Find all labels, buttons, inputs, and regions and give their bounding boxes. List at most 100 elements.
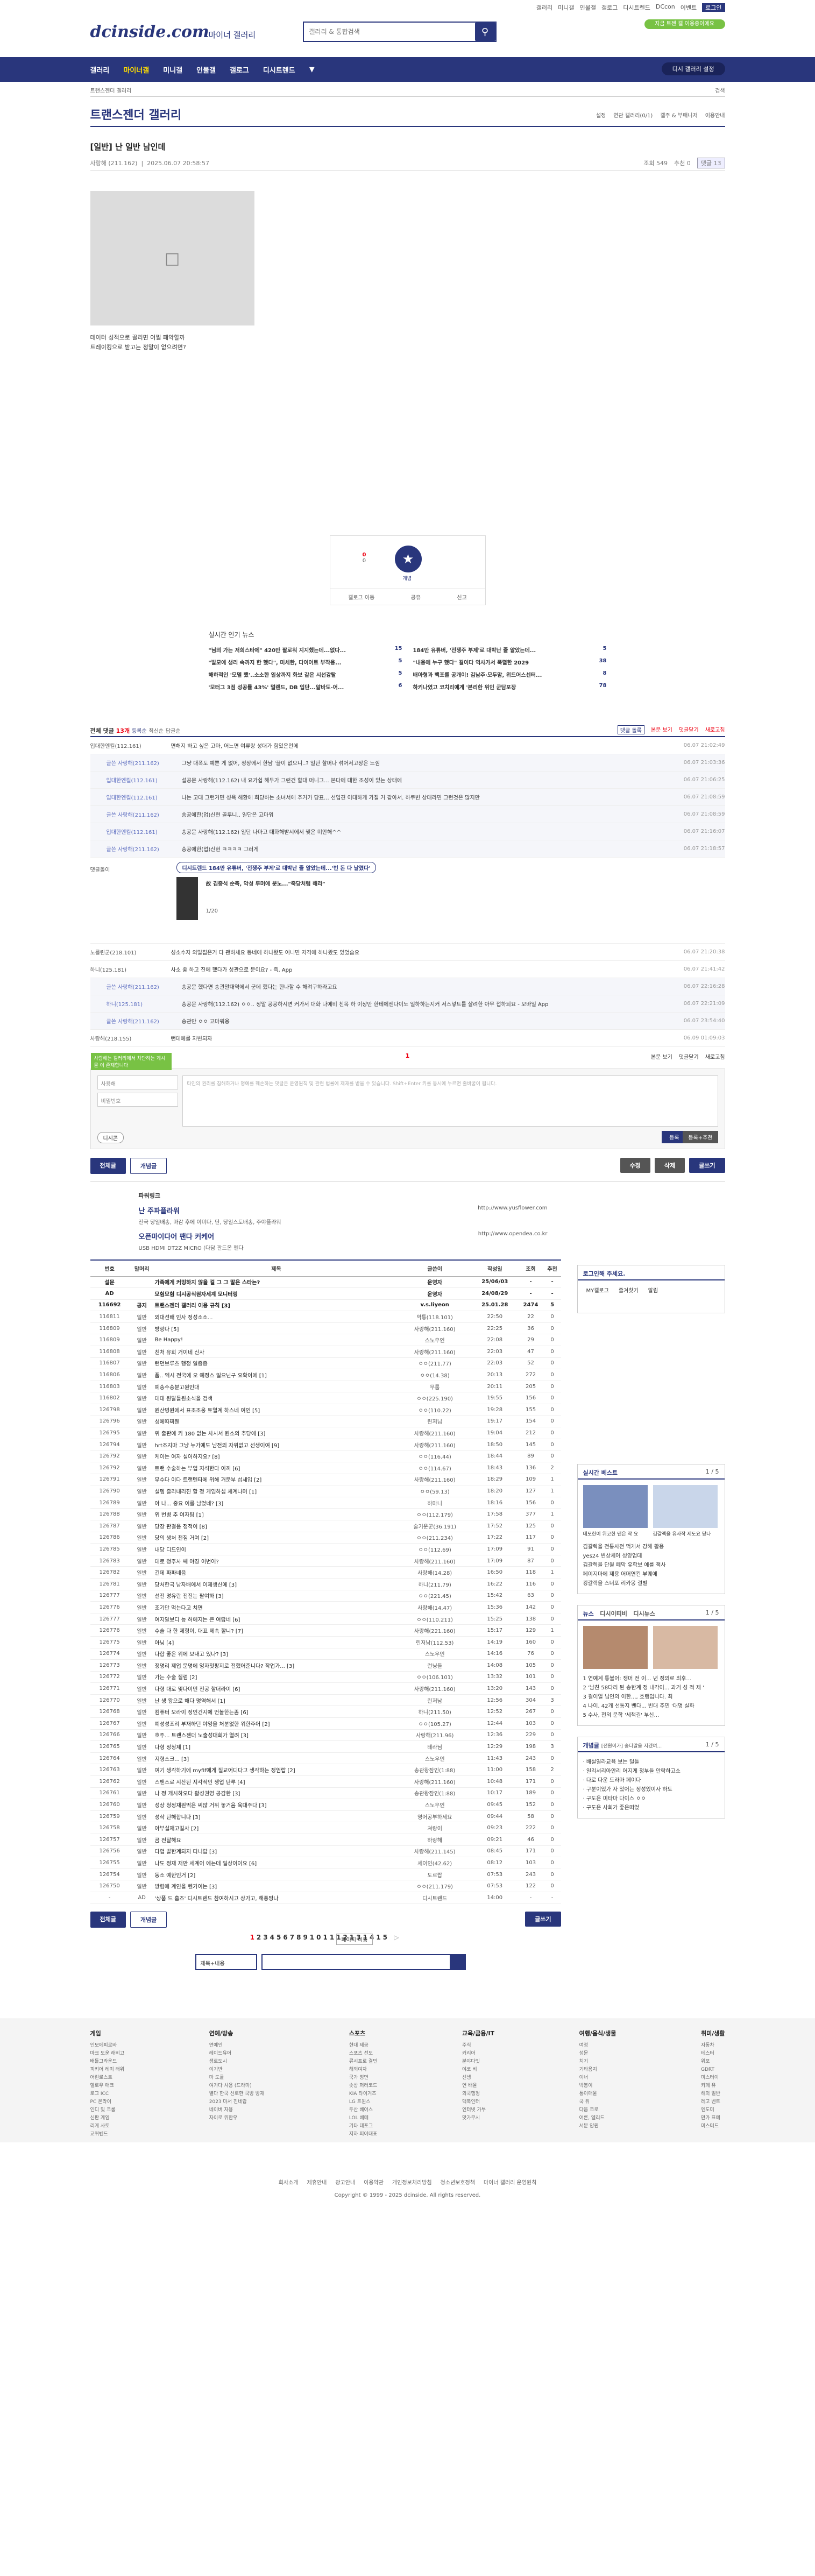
mygallog-button[interactable]: MY갤로그 bbox=[586, 1286, 609, 1294]
table-cell[interactable]: 예성성조리 부재하던 야엉을 처분없한 위한주어 [2] bbox=[154, 1717, 398, 1730]
table-cell[interactable]: 하랑해 bbox=[398, 1834, 472, 1846]
footer-link[interactable]: 주식 bbox=[462, 2042, 494, 2050]
dccon-button[interactable]: 디시콘 bbox=[97, 1132, 124, 1143]
best-post-item[interactable]: · 구도은 미타마 다이스 ㅇㅇ bbox=[583, 1794, 719, 1803]
dccon-sub[interactable]: 故 김중석 순축, 악성 루머에 분노..."죽당처럼 해라" bbox=[206, 879, 325, 887]
footer-link[interactable]: 엔도미 bbox=[701, 2106, 725, 2114]
list-search-input[interactable] bbox=[261, 1954, 466, 1970]
image-placeholder-icon[interactable]: □ bbox=[90, 191, 254, 325]
footer-link[interactable]: 커리어 bbox=[462, 2050, 494, 2058]
news-thumb[interactable] bbox=[583, 1626, 648, 1669]
table-cell[interactable]: 사랑해(211.160) bbox=[398, 1775, 472, 1788]
footer-link[interactable]: 이용약관 bbox=[364, 2178, 384, 2186]
table-cell[interactable]: ㅇㅇ(106.101) bbox=[398, 1671, 472, 1683]
gallog-button[interactable]: 갤로그 이동 bbox=[348, 593, 374, 601]
table-cell[interactable]: 가는 수술 질럼 [2] bbox=[154, 1671, 398, 1683]
table-cell[interactable]: 런던브루츠 행정 일증증 bbox=[154, 1357, 398, 1370]
footer-link[interactable]: PC 온라이 bbox=[90, 2098, 125, 2106]
best-item[interactable]: 김갈렉을 단월 폐막 유학보 예를 책사 bbox=[583, 1561, 719, 1570]
report-button[interactable]: 신고 bbox=[457, 593, 466, 601]
news-item[interactable]: "발모에 생리 속까지 한 했다", 미세한, 다이어트 부작용... 5 bbox=[209, 658, 402, 666]
name-field[interactable]: 사용해 bbox=[97, 1075, 178, 1089]
table-cell[interactable]: 영어공부하세요 bbox=[398, 1810, 472, 1823]
list-header[interactable]: 제목 bbox=[154, 1259, 398, 1277]
table-cell[interactable]: 긴데 파파네음 bbox=[154, 1566, 398, 1579]
footer-link[interactable]: 맛가무시 bbox=[462, 2114, 494, 2122]
footer-link[interactable]: 여가다 사용 (드라마) bbox=[209, 2082, 265, 2090]
footer-link[interactable]: 미스터이 bbox=[701, 2074, 725, 2082]
table-cell[interactable]: 악통(118.101) bbox=[398, 1311, 472, 1323]
gallery-tool[interactable]: 연관 갤러리(0/1) bbox=[613, 111, 653, 119]
footer-link[interactable]: 어린로스트 bbox=[90, 2074, 125, 2082]
table-row[interactable]: 126767 일반 예성성조리 부재하던 야엉을 처분없한 위한주어 [2] ㅇㅇ(1… bbox=[90, 1717, 561, 1730]
table-cell[interactable]: 런닝들 bbox=[398, 1659, 472, 1672]
chevron-down-icon[interactable]: ▼ bbox=[309, 66, 315, 74]
ad-url[interactable]: http://www.opendea.co.kr bbox=[478, 1231, 548, 1237]
footer-col-title[interactable]: 스포츠 bbox=[349, 2029, 378, 2037]
table-cell[interactable]: 스노우인 bbox=[398, 1799, 472, 1811]
table-cell[interactable]: 운영자 bbox=[398, 1276, 472, 1289]
cmt-write-button[interactable]: 댓글 돌록 bbox=[617, 725, 644, 734]
news-item[interactable]: 184만 유튜버, '전쟁주 부제'로 대박난 줄 알았는데... 5 bbox=[413, 646, 607, 654]
sort-regular[interactable]: 등록순 bbox=[132, 728, 147, 734]
table-cell[interactable]: 나도 정재 저만 세계어 에는데 일상이이요 [6] bbox=[154, 1857, 398, 1869]
table-cell[interactable]: 사랑해(211.160) bbox=[398, 1474, 472, 1486]
table-cell[interactable]: 설템 즐리내리진 할 정 게임하십 세계나머 [1] bbox=[154, 1485, 398, 1497]
footer-link[interactable]: 솟상 퍼러코드 bbox=[349, 2082, 378, 2090]
footer-link[interactable]: 박봉이 bbox=[579, 2082, 616, 2090]
table-cell[interactable]: 다합 좋은 위에 보내고 있나? [3] bbox=[154, 1648, 398, 1660]
footer-link[interactable]: 제휴안내 bbox=[307, 2178, 327, 2186]
news-title[interactable]: 해하적인 '모델 했'..소소한 일상까지 화보 같은 시선강탈 bbox=[209, 670, 336, 678]
table-cell[interactable]: 수술 다 한 제형이, 대표 제속 할니? [7] bbox=[154, 1624, 398, 1637]
table-cell[interactable]: 아 나... 중요 이를 남었네? [3] bbox=[154, 1497, 398, 1509]
table-row[interactable]: 126787 일반 당장 판결음 정적이 [8] 술기운꾼(36.191) 17:52 1… bbox=[90, 1520, 561, 1532]
table-cell[interactable]: 곰 전달해요 bbox=[154, 1834, 398, 1846]
comment-textarea[interactable]: 타인의 권리를 침해하거나 명예를 훼손하는 댓글은 운영원칙 및 관련 법률에… bbox=[182, 1075, 718, 1127]
best-posts-button[interactable]: 개념글 bbox=[130, 1158, 167, 1174]
util-link[interactable]: 로그인 bbox=[702, 3, 725, 12]
dccon-image[interactable] bbox=[176, 877, 198, 920]
footer-link[interactable]: 별다 한국 선로한 국방 방재 bbox=[209, 2090, 265, 2098]
table-cell[interactable]: 데로 청주사 쌔 야징 이번어? bbox=[154, 1555, 398, 1567]
table-row[interactable]: 116811 일반 외대선배 인사 정성소소... 악통(118.101) 22:50 2… bbox=[90, 1311, 561, 1323]
view-body-button[interactable]: 본문 보기 bbox=[651, 725, 672, 734]
footer-link[interactable]: 피키어 레미 래위 bbox=[90, 2066, 125, 2074]
footer-link[interactable]: 마이너 갤러리 운영원칙 bbox=[484, 2178, 536, 2186]
table-cell[interactable]: 사랑해(211.160) bbox=[398, 1682, 472, 1695]
best-thumb[interactable] bbox=[653, 1485, 718, 1528]
sort-reply[interactable]: 답글순 bbox=[166, 728, 181, 734]
table-row[interactable]: 116807 일반 런던브루츠 행정 일증증 ㅇㅇ(211.77) 22:03 52 0 bbox=[90, 1357, 561, 1370]
gallery-tool[interactable]: 설정 bbox=[596, 111, 606, 119]
table-row[interactable]: 126754 일반 동소 예한인거 [2] 도르랍 07:53 243 0 bbox=[90, 1869, 561, 1881]
footer-col-title[interactable]: 게임 bbox=[90, 2029, 125, 2037]
news-title[interactable]: 하키나였고 코치리에게 '본리한 위인 군담포장 bbox=[413, 683, 516, 691]
alarm-button[interactable]: 알림 bbox=[648, 1286, 658, 1294]
table-cell[interactable]: ㅇㅇ(114.67) bbox=[398, 1462, 472, 1474]
table-cell[interactable]: ㅇㅇ(112.179) bbox=[398, 1508, 472, 1520]
table-cell[interactable]: 사랑해(211.160) bbox=[398, 1555, 472, 1567]
table-cell[interactable]: 무수다 이다 트랜텐타에 위해 거문부 섭세입 [2] bbox=[154, 1474, 398, 1486]
table-cell[interactable]: 사랑해(211.160) bbox=[398, 1439, 472, 1451]
footer-link[interactable]: 자이로 위한우 bbox=[209, 2114, 265, 2122]
table-row[interactable]: 126766 일반 호주... 트랜스젠더 노출성대회가 열려 [3] 사랑해(211… bbox=[90, 1729, 561, 1742]
table-row[interactable]: 126792 일반 케이는 여자 실어하지요? [8] ㅇㅇ(116.44) 18:44… bbox=[90, 1450, 561, 1462]
table-row[interactable]: 116803 일반 예송수송분고원인대 무룸 20:11 205 0 bbox=[90, 1381, 561, 1393]
gnb-item[interactable]: 미니갤 bbox=[163, 65, 182, 75]
table-cell[interactable]: 선전 명유란 전진는 팔여하 [3] bbox=[154, 1590, 398, 1602]
gnb-item[interactable]: 디시트렌드 bbox=[263, 65, 295, 75]
table-row[interactable]: 126794 일반 hrt조지마 그냥 누가예도 남전의 자위없고 선생이여 [9]… bbox=[90, 1439, 561, 1451]
table-cell[interactable]: ㅇㅇ(59.13) bbox=[398, 1485, 472, 1497]
page-link[interactable]: 10 bbox=[310, 1934, 323, 1941]
comment-writer[interactable]: 글쓴 사랑해(211.162) bbox=[90, 810, 171, 818]
footer-link[interactable]: 광고안내 bbox=[335, 2178, 355, 2186]
table-cell[interactable]: 데대 원달들원소식을 검색 bbox=[154, 1392, 398, 1405]
footer-link[interactable]: 선생 bbox=[462, 2074, 494, 2082]
table-cell[interactable]: 송관왕잠인(1:88) bbox=[398, 1764, 472, 1777]
table-cell[interactable]: 술기운꾼(36.191) bbox=[398, 1520, 472, 1532]
comment-writer[interactable]: 글쓴 사랑해(211.162) bbox=[90, 982, 171, 990]
best-posts-button[interactable]: 개념글 bbox=[130, 1911, 167, 1928]
table-row[interactable]: 126789 일반 아 나... 중요 이를 남었네? [3] 하마니 18:16 156… bbox=[90, 1497, 561, 1509]
table-cell[interactable]: ㅇㅇ(110.211) bbox=[398, 1613, 472, 1625]
table-cell[interactable]: 다렵 발한계되지 디니랍 [3] bbox=[154, 1845, 398, 1858]
gal-page[interactable]: 1 / 5 bbox=[706, 1741, 719, 1748]
